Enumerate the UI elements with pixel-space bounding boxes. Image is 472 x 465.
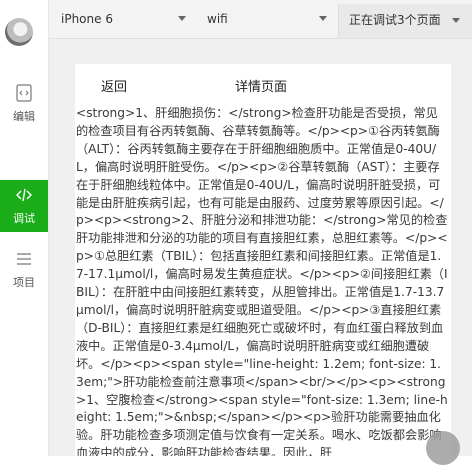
- network-select-value: wifi: [207, 12, 228, 26]
- sidebar-item-project[interactable]: 项目: [0, 244, 48, 296]
- chevron-down-icon: [178, 16, 186, 21]
- list-icon: [17, 253, 31, 265]
- back-button[interactable]: 返回: [101, 76, 127, 95]
- chevron-down-icon: [319, 16, 327, 21]
- debug-pages-select[interactable]: 正在调试3个页面: [338, 4, 472, 38]
- code-icon: [16, 188, 32, 202]
- chevron-down-icon: [452, 18, 460, 23]
- page-nav-bar: 返回 详情页面: [75, 64, 451, 104]
- device-select[interactable]: iPhone 6: [61, 9, 186, 29]
- debug-pages-label: 正在调试3个页面: [349, 13, 441, 27]
- network-select[interactable]: wifi: [207, 9, 327, 29]
- sidebar-item-debug[interactable]: 调试: [0, 180, 48, 232]
- device-select-value: iPhone 6: [61, 12, 113, 26]
- sidebar-item-edit[interactable]: 编辑: [0, 78, 48, 130]
- phone-screen: 返回 详情页面 <strong>1、肝细胞损伤：</strong>检查肝功能是否…: [75, 64, 451, 456]
- avatar[interactable]: [5, 18, 33, 46]
- code-file-icon: [16, 84, 32, 102]
- left-sidebar: 编辑 调试 项目: [0, 0, 49, 456]
- sidebar-item-label: 项目: [13, 276, 35, 289]
- floating-action-button[interactable]: [426, 431, 460, 465]
- sidebar-item-label: 编辑: [13, 110, 35, 123]
- page-title: 详情页面: [235, 80, 288, 95]
- top-toolbar: iPhone 6 wifi 正在调试3个页面: [49, 0, 472, 39]
- sidebar-item-label: 调试: [13, 212, 35, 225]
- article-body: <strong>1、肝细胞损伤：</strong>检查肝功能是否受损，常见的检查…: [76, 106, 448, 456]
